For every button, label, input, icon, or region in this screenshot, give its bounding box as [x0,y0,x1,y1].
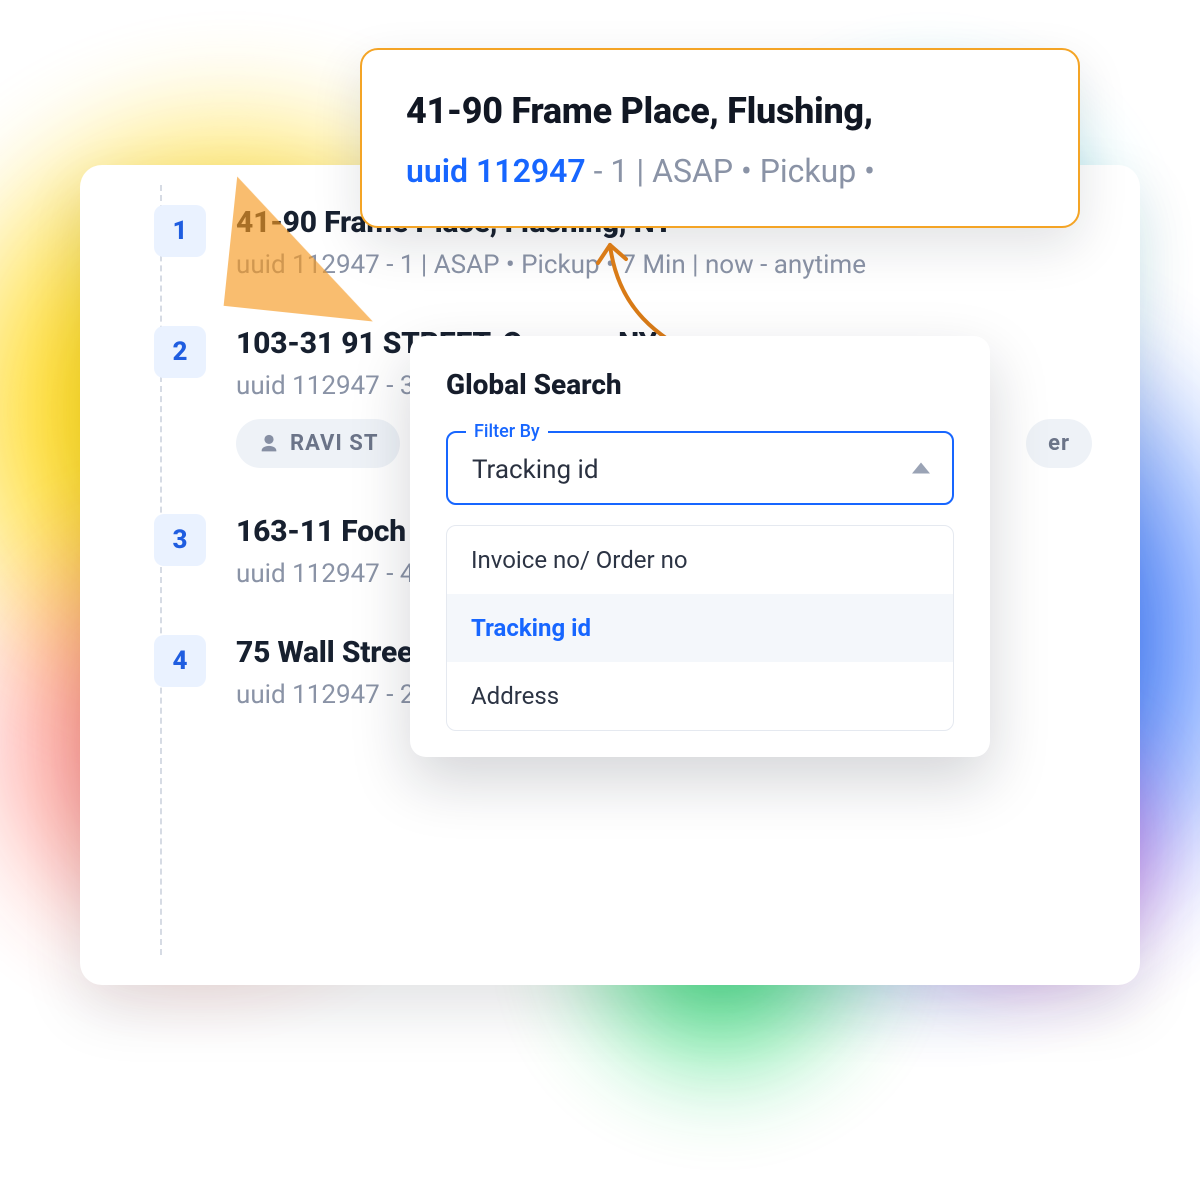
filter-options-list: Invoice no/ Order no Tracking id Address [446,525,954,731]
address-callout: 41-90 Frame Place, Flushing, uuid 112947… [360,48,1080,228]
driver-chip[interactable]: er [1026,419,1092,468]
callout-uuid: uuid 112947 [406,152,586,190]
global-search-popover: Global Search Filter By Tracking id Invo… [410,336,990,757]
person-icon [258,433,280,455]
popover-title: Global Search [446,368,954,401]
caret-up-icon [912,463,930,474]
filter-by-value: Tracking id [472,455,599,485]
filter-by-label: Filter By [466,421,548,442]
callout-address: 41-90 Frame Place, Flushing, [406,90,1034,132]
stop-number-badge: 1 [154,205,206,257]
filter-option[interactable]: Tracking id [447,594,953,662]
filter-option[interactable]: Address [447,662,953,730]
driver-chip-label: er [1048,431,1070,456]
filter-by-select[interactable]: Filter By Tracking id [446,431,954,505]
stop-number-badge: 2 [154,326,206,378]
stop-number-badge: 3 [154,514,206,566]
callout-meta-tail: - 1 | ASAP • Pickup • [586,152,875,190]
filter-option[interactable]: Invoice no/ Order no [447,526,953,594]
driver-chip-label: RAVI ST [290,431,378,456]
driver-chip[interactable]: RAVI ST [236,419,400,468]
callout-meta: uuid 112947 - 1 | ASAP • Pickup • [406,152,1034,190]
stop-number-badge: 4 [154,635,206,687]
